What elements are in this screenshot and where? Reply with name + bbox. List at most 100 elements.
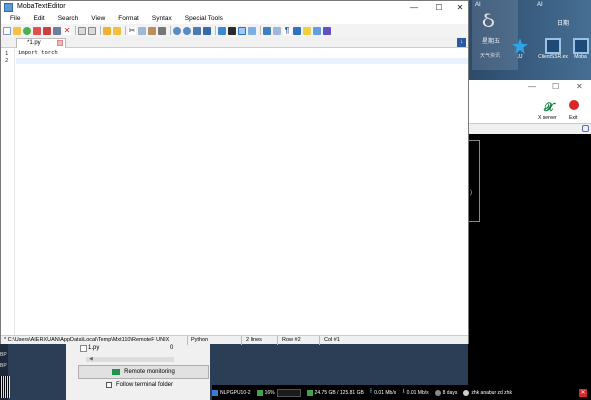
desktop-icon-clientssr[interactable]: ClientSSR.ex xyxy=(538,38,568,60)
xserver-icon[interactable]: 𝒳 xyxy=(544,100,554,115)
current-line-highlight xyxy=(16,58,468,64)
sidebar-file-name[interactable]: 1.py xyxy=(88,345,99,351)
computer-icon xyxy=(572,38,589,54)
menu-syntax[interactable]: Syntax xyxy=(152,14,172,24)
desktop-icon-jj[interactable]: JJ xyxy=(509,38,531,60)
save-icon[interactable] xyxy=(33,26,41,35)
remote-monitoring-button[interactable]: Remote monitoring xyxy=(78,365,209,379)
code-line[interactable]: import torch xyxy=(18,50,58,57)
search-icon[interactable] xyxy=(173,26,181,35)
word-wrap-icon[interactable] xyxy=(293,26,301,35)
status-file-path: * C:\Users\AIERXUAN\AppData\Local\Temp\M… xyxy=(4,337,170,343)
menu-edit[interactable]: Edit xyxy=(33,14,44,24)
status-divider xyxy=(187,336,188,345)
toolbar-separator xyxy=(100,26,101,35)
follow-terminal-folder-toggle[interactable]: Follow terminal folder xyxy=(106,382,173,388)
follow-terminal-checkbox[interactable] xyxy=(106,382,112,388)
status-divider xyxy=(319,336,320,345)
toolbar-separator xyxy=(260,26,261,35)
goto-line-icon[interactable] xyxy=(203,26,211,35)
status-row: Row #2 xyxy=(282,337,301,343)
print-icon[interactable] xyxy=(53,26,61,35)
status-users: zhk anabur zd zhk xyxy=(463,389,512,396)
user-icon xyxy=(463,389,470,396)
windows-icon[interactable] xyxy=(218,26,226,35)
window-title: MobaTextEditor xyxy=(17,3,66,10)
reload-icon[interactable] xyxy=(23,26,31,35)
minimize-button[interactable]: — xyxy=(402,1,426,14)
undo-icon[interactable] xyxy=(263,26,271,35)
settings-icon[interactable] xyxy=(313,26,321,35)
weather-icon: ઠ xyxy=(482,8,495,33)
download-arrow-icon: ⭳ xyxy=(402,388,405,395)
close-icon[interactable]: ✕ xyxy=(576,82,583,91)
find-next-icon[interactable] xyxy=(183,26,191,35)
clock-icon xyxy=(434,389,441,396)
tab-1py[interactable]: *1.py xyxy=(16,38,66,48)
toolbar-separator xyxy=(75,26,76,35)
close-icon[interactable]: ✕ xyxy=(579,388,587,397)
power-icon[interactable] xyxy=(569,100,579,110)
qr-code-icon xyxy=(0,376,10,398)
scroll-left-icon[interactable]: ◀ xyxy=(89,356,93,362)
code-editor[interactable]: 1 2 import torch xyxy=(1,49,468,335)
delete-icon[interactable] xyxy=(158,26,166,35)
copy-icon[interactable] xyxy=(138,26,146,35)
menu-special-tools[interactable]: Special Tools xyxy=(185,14,223,24)
desktop-date-label: 日期 xyxy=(557,21,570,27)
toolbar-separator xyxy=(170,26,171,35)
status-host-label: NLPGPU10-2 xyxy=(220,389,251,396)
linux-icon[interactable] xyxy=(228,26,236,35)
paste-icon[interactable] xyxy=(148,26,156,35)
status-host: NLPGPU10-2 xyxy=(212,389,251,396)
cpu-graph xyxy=(276,388,301,397)
status-users-label: zhk anabur zd zhk xyxy=(471,389,512,396)
cpu-icon xyxy=(256,389,263,396)
tab-label: *1.py xyxy=(27,40,41,46)
desktop-icon-label: Moba xyxy=(574,54,587,60)
about-icon[interactable] xyxy=(323,26,331,35)
maximize-icon[interactable]: ☐ xyxy=(552,82,559,91)
tab-list-icon[interactable]: ↓ xyxy=(457,38,466,47)
menu-view[interactable]: View xyxy=(91,14,105,24)
star-icon[interactable] xyxy=(113,26,121,35)
status-uptime: 8 days xyxy=(434,389,457,396)
paragraph-icon[interactable]: ¶ xyxy=(283,26,291,35)
redo-icon[interactable] xyxy=(273,26,281,35)
status-language: Python xyxy=(191,337,209,343)
menu-format[interactable]: Format xyxy=(118,14,139,24)
upload-arrow-icon: ⭱ xyxy=(369,388,373,395)
tab-close-icon[interactable] xyxy=(57,40,63,46)
menu-file[interactable]: File xyxy=(10,14,20,24)
sidebar-scrollbar[interactable] xyxy=(86,357,174,362)
save-as-icon[interactable] xyxy=(43,26,51,35)
menu-search[interactable]: Search xyxy=(58,14,79,24)
status-col: Col #1 xyxy=(324,337,340,343)
indent-icon[interactable] xyxy=(78,26,86,35)
left-desktop-label: BP xyxy=(0,363,7,369)
new-file-icon[interactable] xyxy=(3,26,11,35)
remote-status-bar: NLPGPU10-2 16% 24.75 GB / 125.81 GB ⭱ 0.… xyxy=(212,385,591,400)
cut-icon[interactable]: ✂ xyxy=(128,26,136,35)
close-button[interactable]: ✕ xyxy=(448,1,472,14)
mac-icon[interactable] xyxy=(248,26,256,35)
attach-icon[interactable] xyxy=(582,125,589,132)
computer-icon xyxy=(545,38,561,54)
bookmark-icon[interactable] xyxy=(103,26,111,35)
close-file-icon[interactable]: ✕ xyxy=(63,26,71,35)
highlight-icon[interactable] xyxy=(303,26,311,35)
open-folder-icon[interactable] xyxy=(13,26,21,35)
editor-tab-row: *1.py ↓ xyxy=(1,37,468,48)
server-icon xyxy=(212,389,218,396)
xserver-button-label[interactable]: X server xyxy=(538,115,557,121)
desktop-icon-moba[interactable]: Moba xyxy=(570,38,591,60)
mobaxterm-toolbar: 𝒳 X server Exit xyxy=(468,94,591,124)
terminal-text: ) xyxy=(470,190,472,196)
exit-button-label[interactable]: Exit xyxy=(569,115,577,121)
minimize-icon[interactable]: — xyxy=(528,82,536,91)
unix-icon[interactable] xyxy=(238,26,246,35)
replace-icon[interactable] xyxy=(193,26,201,35)
status-download-label: 0.01 Mb/s xyxy=(406,389,429,396)
outdent-icon[interactable] xyxy=(88,26,96,35)
status-divider xyxy=(277,336,278,345)
